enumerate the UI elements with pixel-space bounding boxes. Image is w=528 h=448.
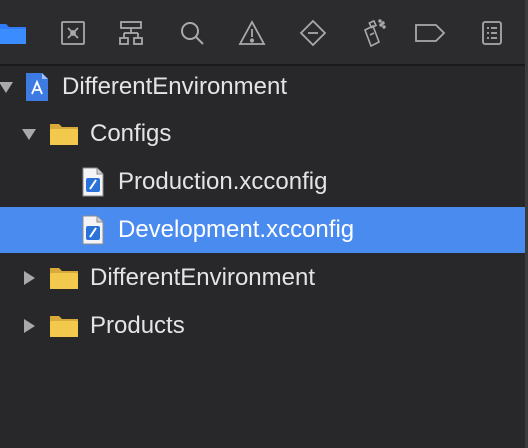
xcode-project-icon <box>24 64 50 110</box>
tree-row-group-different-environment[interactable]: DifferentEnvironment <box>0 255 525 301</box>
disclosure-expanded-icon[interactable] <box>19 111 39 157</box>
debug-navigator-icon[interactable] <box>356 16 390 50</box>
folder-icon <box>48 255 80 301</box>
tree-row-project[interactable]: DifferentEnvironment <box>0 64 525 110</box>
test-navigator-icon[interactable] <box>296 16 330 50</box>
tree-row-file-development[interactable]: Development.xcconfig <box>0 207 525 253</box>
xcconfig-file-icon <box>81 159 105 205</box>
source-control-icon[interactable] <box>56 16 90 50</box>
disclosure-collapsed-icon[interactable] <box>19 303 39 349</box>
tree-row-label: Products <box>90 312 185 339</box>
tree-row-label: Development.xcconfig <box>118 216 355 243</box>
tree-row-configs-group[interactable]: Configs <box>0 111 525 157</box>
xcconfig-file-icon <box>81 207 105 253</box>
tree-row-file-production[interactable]: Production.xcconfig <box>0 159 525 205</box>
folder-icon <box>48 111 80 157</box>
issue-navigator-icon[interactable] <box>235 16 269 50</box>
tree-row-label: Configs <box>90 120 172 147</box>
report-navigator-icon[interactable] <box>475 16 509 50</box>
folder-icon <box>48 303 80 349</box>
tree-row-label: Production.xcconfig <box>118 168 328 195</box>
symbol-navigator-icon[interactable] <box>114 16 148 50</box>
disclosure-collapsed-icon[interactable] <box>19 255 39 301</box>
find-navigator-icon[interactable] <box>175 16 209 50</box>
disclosure-expanded-icon[interactable] <box>0 64 16 110</box>
tree-row-group-products[interactable]: Products <box>0 303 525 349</box>
breakpoint-navigator-icon[interactable] <box>413 16 447 50</box>
navigator-toolbar <box>0 0 528 64</box>
project-navigator-folder-icon[interactable] <box>0 16 28 50</box>
tree-row-label: DifferentEnvironment <box>90 264 315 291</box>
tree-row-label: DifferentEnvironment <box>62 73 287 100</box>
project-navigator: DifferentEnvironment Configs Production.… <box>0 0 528 448</box>
